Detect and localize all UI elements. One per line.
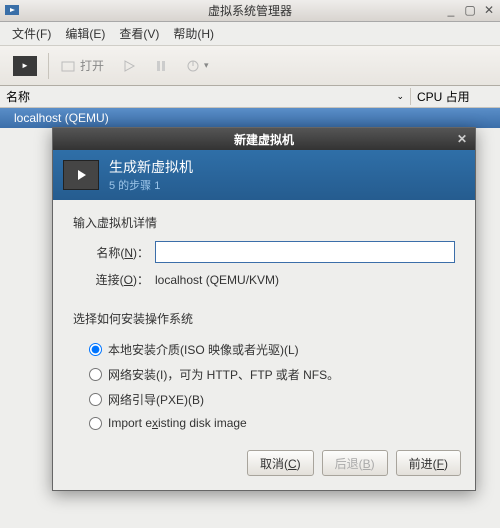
column-name[interactable]: 名称 [6, 88, 30, 105]
back-button: 后退(B) [322, 450, 388, 476]
opt-import-disk-radio[interactable] [89, 417, 102, 430]
name-input[interactable] [155, 241, 455, 263]
chevron-down-icon: ▾ [204, 60, 209, 71]
section-install-method: 选择如何安装操作系统 [73, 310, 455, 327]
maximize-button[interactable]: ▢ [461, 2, 479, 18]
opt-import-disk[interactable]: Import existing disk image [73, 412, 455, 434]
window-title: 虚拟系统管理器 [208, 2, 292, 19]
power-icon [186, 59, 200, 73]
menu-view[interactable]: 查看(V) [113, 22, 165, 45]
close-button[interactable]: ✕ [480, 2, 498, 18]
main-titlebar: 虚拟系统管理器 _ ▢ ✕ [0, 0, 500, 22]
play-icon [122, 59, 136, 73]
forward-button[interactable]: 前进(F) [396, 450, 461, 476]
app-icon [4, 2, 20, 18]
sort-icon: ⌄ [396, 91, 404, 102]
dialog-titlebar: 新建虚拟机 ✕ [53, 128, 475, 150]
minimize-button[interactable]: _ [442, 2, 460, 18]
opt-local-media[interactable]: 本地安装介质(ISO 映像或者光驱)(L) [73, 337, 455, 362]
menu-help[interactable]: 帮助(H) [167, 22, 220, 45]
run-button[interactable] [115, 51, 143, 81]
menu-edit[interactable]: 编辑(E) [59, 22, 111, 45]
dialog-header: 生成新虚拟机 5 的步骤 1 [53, 150, 475, 200]
dialog-step: 5 的步骤 1 [109, 177, 193, 193]
new-vm-button[interactable] [6, 51, 44, 81]
pause-icon [154, 59, 168, 73]
connection-label: 连接(O)： [89, 271, 155, 288]
open-icon [60, 58, 76, 74]
divider [48, 53, 49, 79]
column-headers: 名称 ⌄ CPU 占用 [0, 86, 500, 108]
monitor-icon [13, 56, 37, 76]
shutdown-button[interactable]: ▾ [179, 51, 216, 81]
host-row[interactable]: localhost (QEMU) [0, 108, 500, 128]
cancel-button[interactable]: 取消(C) [247, 450, 314, 476]
dialog-heading: 生成新虚拟机 [109, 157, 193, 177]
opt-pxe-radio[interactable] [89, 393, 102, 406]
connection-value: localhost (QEMU/KVM) [155, 273, 279, 287]
pause-button[interactable] [147, 51, 175, 81]
open-button[interactable]: 打开 [53, 51, 111, 81]
toolbar: 打开 ▾ [0, 46, 500, 86]
menubar: 文件(F) 编辑(E) 查看(V) 帮助(H) [0, 22, 500, 46]
opt-network-install[interactable]: 网络安装(I)，可为 HTTP、FTP 或者 NFS。 [73, 362, 455, 387]
section-vm-details: 输入虚拟机详情 [73, 214, 455, 231]
new-vm-dialog: 新建虚拟机 ✕ 生成新虚拟机 5 的步骤 1 输入虚拟机详情 名称(N)： 连接… [52, 127, 476, 491]
vm-icon [63, 160, 99, 190]
dialog-close-button[interactable]: ✕ [457, 132, 471, 146]
opt-pxe[interactable]: 网络引导(PXE)(B) [73, 387, 455, 412]
column-cpu[interactable]: CPU 占用 [410, 88, 500, 105]
name-label: 名称(N)： [89, 244, 155, 261]
menu-file[interactable]: 文件(F) [6, 22, 57, 45]
opt-network-install-radio[interactable] [89, 368, 102, 381]
opt-local-media-radio[interactable] [89, 343, 102, 356]
